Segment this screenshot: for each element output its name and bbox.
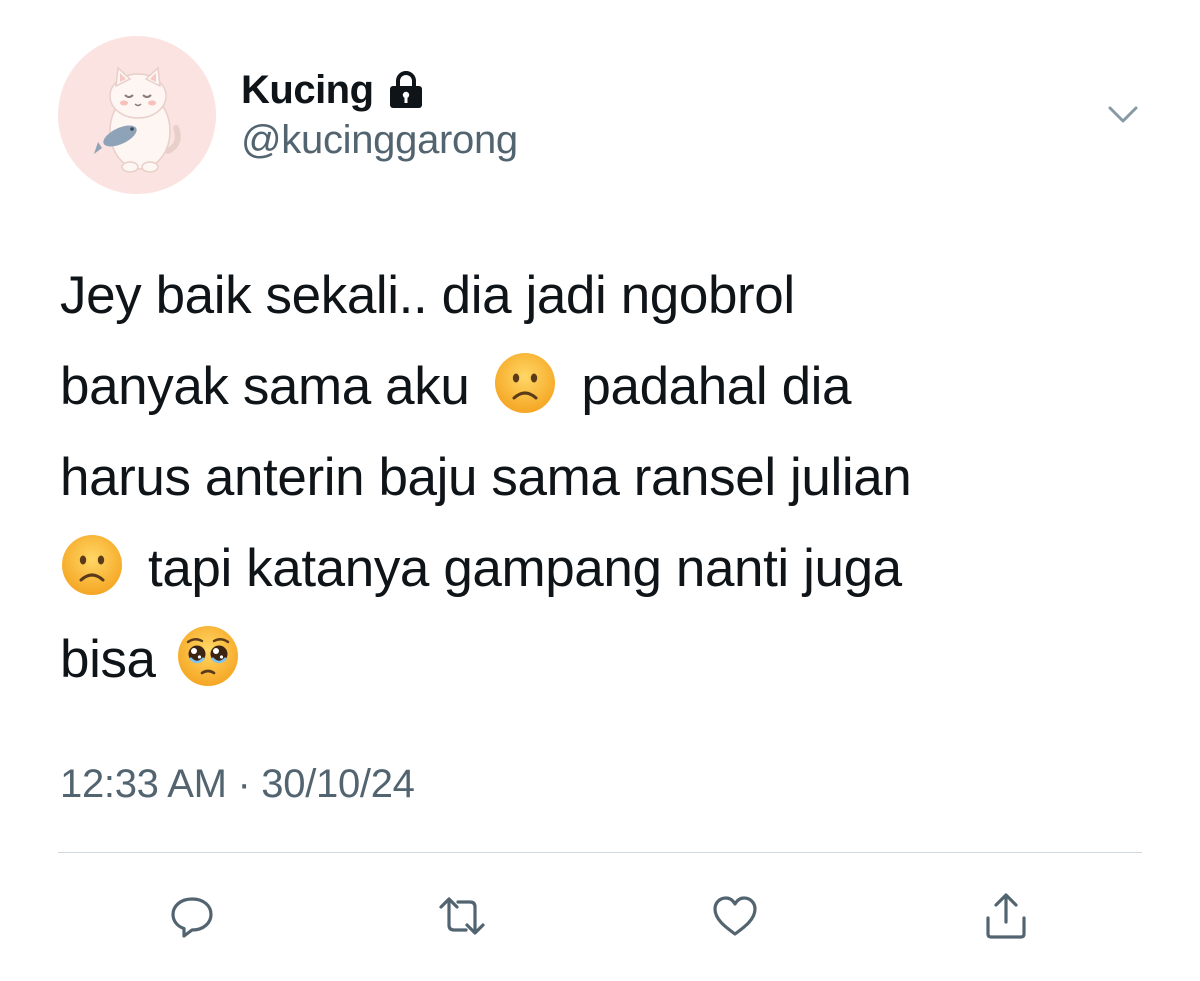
heart-icon xyxy=(713,896,757,936)
tweet-timestamp[interactable]: 12:33 AM · 30/10/24 xyxy=(60,762,415,807)
tweet-date: 30/10/24 xyxy=(261,762,415,806)
like-button[interactable] xyxy=(709,890,761,942)
chevron-down-icon[interactable] xyxy=(1104,100,1142,130)
share-button[interactable] xyxy=(980,890,1032,942)
tweet-text: Jey baik sekali.. dia jadi ngobrol banya… xyxy=(60,250,1160,705)
tweet-line: banyak sama aku padahal dia xyxy=(60,341,1160,432)
speech-bubble-icon xyxy=(171,897,213,938)
user-handle[interactable]: @kucinggarong xyxy=(241,118,518,163)
lock-icon xyxy=(388,70,424,110)
tweet-line-text: banyak sama aku xyxy=(60,357,470,416)
display-name[interactable]: Kucing xyxy=(241,68,374,113)
tweet-line-text: tapi katanya gampang nanti juga xyxy=(148,539,902,598)
meta-separator: · xyxy=(237,762,251,806)
tweet-line-text: harus anterin baju sama ransel julian xyxy=(60,448,912,507)
retweet-button[interactable] xyxy=(436,890,488,942)
tweet-line: Jey baik sekali.. dia jadi ngobrol xyxy=(60,250,1160,341)
name-row: Kucing xyxy=(241,62,424,118)
pleading-face-emoji-icon xyxy=(176,624,240,688)
tweet-line-text: bisa xyxy=(60,630,156,689)
tweet-time: 12:33 AM xyxy=(60,762,227,806)
cat-avatar-icon xyxy=(58,36,216,194)
frowning-face-emoji-icon xyxy=(60,533,124,597)
tweet-line: tapi katanya gampang nanti juga xyxy=(60,523,1160,614)
share-up-arrow-icon xyxy=(986,893,1026,939)
divider xyxy=(58,852,1142,853)
tweet-line: bisa xyxy=(60,614,1160,705)
avatar[interactable] xyxy=(58,36,216,194)
tweet-line: harus anterin baju sama ransel julian xyxy=(60,432,1160,523)
frowning-face-emoji-icon xyxy=(493,351,557,415)
tweet-line-text: padahal dia xyxy=(581,357,852,416)
tweet-line-text: Jey baik sekali.. dia jadi ngobrol xyxy=(60,266,795,325)
tweet-card: Kucing @kucinggarong Jey baik sekali.. d… xyxy=(0,0,1200,981)
retweet-arrows-icon xyxy=(439,897,485,935)
reply-button[interactable] xyxy=(166,890,218,942)
